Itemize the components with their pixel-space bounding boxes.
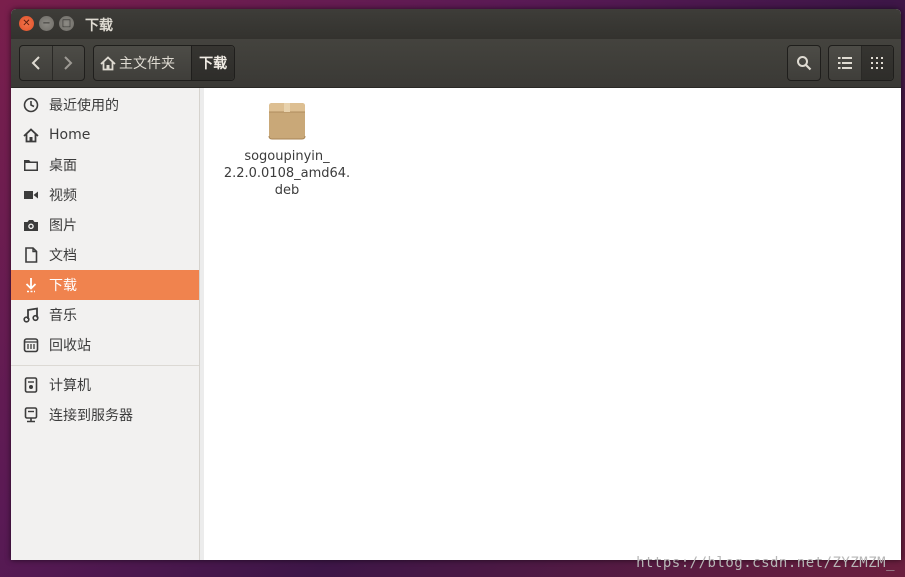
clock-icon [21, 95, 41, 115]
sidebar-item-home[interactable]: Home [11, 120, 199, 150]
sidebar-item-computer[interactable]: 计算机 [11, 370, 199, 400]
file-name-line: 2.2.0.0108_amd64. [223, 166, 351, 181]
sidebar-item-recent[interactable]: 最近使用的 [11, 90, 199, 120]
sidebar: 最近使用的 Home 桌面 视频 图片 文档 下载 音乐 回收站 计算机 连接到… [11, 88, 200, 560]
back-button[interactable] [20, 46, 52, 80]
sidebar-item-label: Home [49, 127, 91, 143]
sidebar-item-pictures[interactable]: 图片 [11, 210, 199, 240]
file-name-line: deb [274, 183, 300, 198]
sidebar-item-label: 计算机 [49, 378, 91, 394]
file-manager-window: ✕ − □ 下载 主文件夹 下载 最近使用的 Home 桌面 视频 图片 文档 … [11, 9, 901, 560]
folder-icon [21, 155, 41, 175]
toolbar: 主文件夹 下载 [11, 39, 901, 88]
video-icon [21, 185, 41, 205]
search-icon [797, 56, 812, 71]
search-button[interactable] [788, 46, 820, 80]
home-icon [100, 55, 116, 70]
sidebar-item-label: 视频 [49, 188, 77, 204]
file-name: sogoupinyin_ 2.2.0.0108_amd64. deb [222, 148, 352, 199]
sidebar-item-connect-server[interactable]: 连接到服务器 [11, 400, 199, 430]
server-icon [21, 405, 41, 425]
file-item[interactable]: sogoupinyin_ 2.2.0.0108_amd64. deb [222, 98, 352, 199]
close-button[interactable]: ✕ [19, 16, 34, 31]
sidebar-item-label: 下载 [49, 278, 77, 294]
sidebar-separator [11, 365, 199, 366]
minimize-button[interactable]: − [39, 16, 54, 31]
download-icon [21, 275, 41, 295]
chevron-right-icon [64, 56, 73, 70]
sidebar-item-label: 最近使用的 [49, 98, 119, 114]
breadcrumb: 主文件夹 下载 [93, 45, 235, 81]
watermark: https://blog.csdn.net/ZYZMZM_ [636, 555, 895, 571]
camera-icon [21, 215, 41, 235]
file-name-line: sogoupinyin_ [244, 149, 330, 164]
content-area: 最近使用的 Home 桌面 视频 图片 文档 下载 音乐 回收站 计算机 连接到… [11, 88, 901, 560]
trash-icon [21, 335, 41, 355]
sidebar-item-trash[interactable]: 回收站 [11, 330, 199, 360]
sidebar-item-videos[interactable]: 视频 [11, 180, 199, 210]
breadcrumb-home[interactable]: 主文件夹 [94, 46, 191, 80]
breadcrumb-current[interactable]: 下载 [191, 46, 234, 80]
list-view-icon [837, 57, 852, 69]
title-bar: ✕ − □ 下载 [11, 9, 901, 39]
list-view-button[interactable] [829, 46, 861, 80]
home-icon [21, 125, 41, 145]
file-view: sogoupinyin_ 2.2.0.0108_amd64. deb [200, 88, 901, 560]
grid-view-icon [871, 57, 884, 69]
navigation-buttons [19, 45, 85, 81]
music-icon [21, 305, 41, 325]
breadcrumb-home-label: 主文件夹 [119, 56, 175, 72]
sidebar-item-label: 回收站 [49, 338, 91, 354]
document-icon [21, 245, 41, 265]
forward-button[interactable] [51, 46, 85, 80]
search-button-group [787, 45, 821, 81]
sidebar-item-documents[interactable]: 文档 [11, 240, 199, 270]
sidebar-item-label: 音乐 [49, 308, 77, 324]
sidebar-item-label: 连接到服务器 [49, 408, 133, 424]
computer-icon [21, 375, 41, 395]
window-title: 下载 [85, 18, 113, 34]
sidebar-item-label: 桌面 [49, 158, 77, 174]
maximize-button[interactable]: □ [59, 16, 74, 31]
chevron-left-icon [31, 56, 40, 70]
grid-view-button[interactable] [860, 46, 893, 80]
view-toggle [828, 45, 894, 81]
sidebar-item-desktop[interactable]: 桌面 [11, 150, 199, 180]
sidebar-item-music[interactable]: 音乐 [11, 300, 199, 330]
sidebar-item-label: 文档 [49, 248, 77, 264]
sidebar-item-label: 图片 [49, 218, 77, 234]
package-icon [268, 103, 306, 140]
sidebar-item-downloads[interactable]: 下载 [11, 270, 199, 300]
